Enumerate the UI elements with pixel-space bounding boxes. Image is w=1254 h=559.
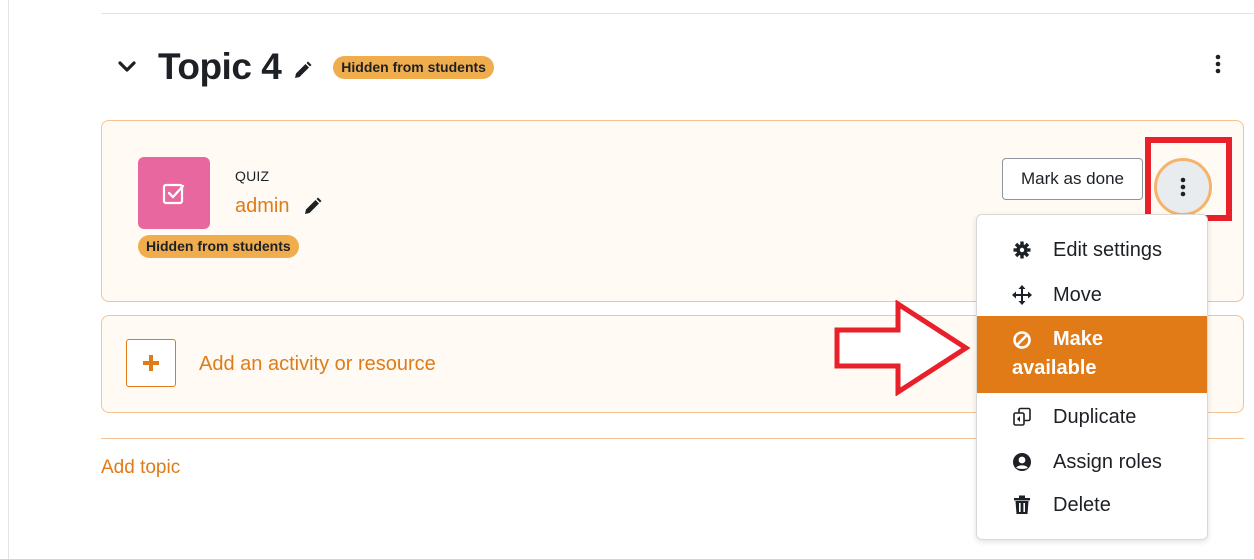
menu-item-label-line2: available [1012, 357, 1097, 379]
plus-icon[interactable] [126, 339, 176, 387]
menu-item-label: Delete [1053, 493, 1111, 516]
activity-action-menu: Edit settings Move Make available Duplic… [976, 214, 1208, 540]
activity-name-row: admin [235, 195, 323, 218]
menu-item-duplicate[interactable]: Duplicate [977, 398, 1207, 436]
menu-item-edit-settings[interactable]: Edit settings [977, 231, 1207, 269]
menu-item-label: Assign roles [1053, 450, 1162, 473]
add-topic-link[interactable]: Add topic [101, 457, 180, 479]
move-arrows-icon [1012, 285, 1032, 305]
activity-type-label: QUIZ [235, 168, 270, 184]
mark-as-done-button[interactable]: Mark as done [1002, 158, 1143, 200]
menu-item-move[interactable]: Move [977, 276, 1207, 314]
pencil-icon[interactable] [291, 60, 313, 82]
hidden-from-students-badge: Hidden from students [138, 235, 299, 258]
ban-icon [1012, 330, 1032, 350]
section-title: Topic 4 [158, 46, 282, 87]
top-divider [101, 13, 1254, 14]
activity-name-link[interactable]: admin [235, 195, 289, 218]
gear-icon [1012, 240, 1032, 260]
menu-item-make-available[interactable]: Make available [977, 316, 1207, 393]
trash-icon [1012, 495, 1032, 515]
vertical-dots-icon [1215, 54, 1221, 74]
menu-item-label: Duplicate [1053, 405, 1137, 428]
add-activity-link[interactable]: Add an activity or resource [199, 353, 436, 376]
red-highlight-annotation [1145, 137, 1232, 221]
user-circle-icon [1012, 452, 1032, 472]
section-menu-button[interactable] [1204, 50, 1232, 78]
page-left-border [8, 0, 9, 559]
section-header: Topic 4 Hidden from students [112, 44, 494, 90]
menu-item-delete[interactable]: Delete [977, 486, 1207, 524]
quiz-checkbox-icon[interactable] [138, 157, 210, 229]
hidden-from-students-badge: Hidden from students [333, 55, 494, 79]
duplicate-icon [1012, 407, 1032, 427]
menu-item-label: Edit settings [1053, 238, 1162, 261]
menu-item-label: Move [1053, 283, 1102, 306]
menu-item-assign-roles[interactable]: Assign roles [977, 443, 1207, 481]
pencil-icon[interactable] [301, 196, 323, 218]
red-arrow-annotation [834, 300, 970, 396]
chevron-down-icon[interactable] [112, 52, 142, 82]
menu-item-label: Make [1053, 328, 1104, 350]
